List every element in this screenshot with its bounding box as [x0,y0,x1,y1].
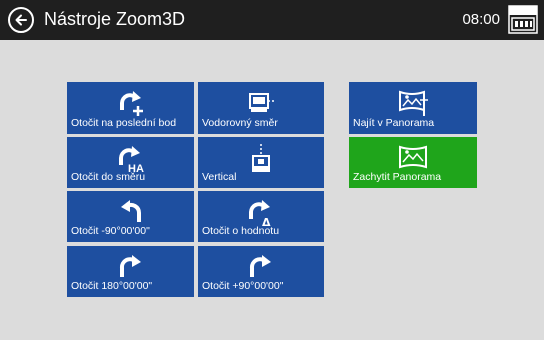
tile-label: Vertical [202,171,237,183]
tile-label: Otočit o hodnotu [202,225,280,237]
rotate-plus-icon [119,91,143,116]
panorama-find-icon [399,90,428,116]
vertical-direction-icon [252,144,270,172]
horizontal-direction-button[interactable]: Vodorovný směr [198,82,324,134]
horizontal-direction-icon [249,93,275,112]
rotate-left-icon [120,200,141,222]
battery-icon [508,5,538,34]
rotate-ha-icon: HA [118,146,143,173]
panorama-capture-icon [399,145,427,169]
rotate-right-icon [119,255,141,277]
title-bar: Nástroje Zoom3D 08:00 [0,0,544,40]
vertical-button[interactable]: Vertical [198,137,324,188]
tile-label: Najít v Panorama [353,117,435,129]
rotate-right-icon [250,255,271,277]
rotate-by-value-button[interactable]: Δ Otočit o hodnotu [198,191,324,242]
rotate-minus-90-button[interactable]: Otočit -90°00'00" [67,191,194,242]
tile-label: Otočit -90°00'00" [71,225,150,237]
tile-label: Vodorovný směr [202,117,278,129]
tile-label: Otočit na poslední bod [71,117,177,129]
page-title: Nástroje Zoom3D [44,9,186,29]
clock: 08:00 [462,11,500,28]
back-button[interactable] [8,7,34,33]
rotate-plus-90-button[interactable]: Otočit +90°00'00" [198,246,324,297]
find-in-panorama-button[interactable]: Najít v Panorama [349,82,477,134]
tile-label: Zachytit Panorama [353,171,442,183]
rotate-to-last-point-button[interactable]: Otočit na poslední bod [67,82,194,134]
tile-label: Otočit +90°00'00" [202,280,284,292]
back-arrow-icon [15,14,27,26]
rotate-to-direction-button[interactable]: HA Otočit do směru [67,137,194,188]
capture-panorama-button[interactable]: Zachytit Panorama [349,137,477,188]
rotate-delta-icon: Δ [249,200,271,227]
rotate-180-button[interactable]: Otočit 180°00'00" [67,246,194,297]
tile-label: Otočit do směru [71,171,146,183]
tile-label: Otočit 180°00'00" [71,280,153,292]
